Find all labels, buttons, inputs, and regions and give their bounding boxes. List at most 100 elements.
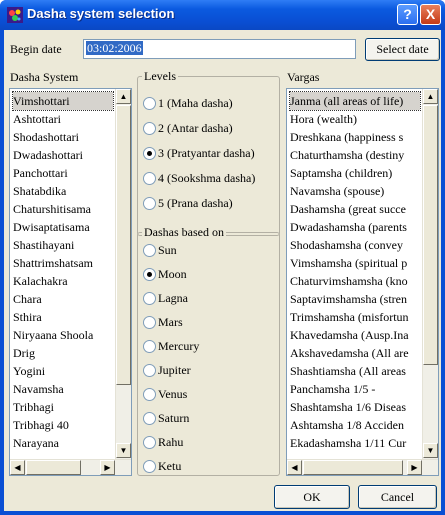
vargas-list[interactable]: ▲ ▼ ◀ ▶ Janma (all areas of life) Hora (w… (286, 88, 439, 476)
list-item[interactable]: Shashtamsha 1/6 Diseas (290, 398, 420, 416)
title-bar[interactable]: Dasha system selection ? X (0, 0, 445, 30)
list-item[interactable]: Ashtamsha 1/8 Acciden (290, 416, 420, 434)
list-item[interactable]: Navamsha (13, 380, 113, 398)
list-item[interactable]: Khavedamsha (Ausp.Ina (290, 326, 420, 344)
based-on-radio-5[interactable] (143, 340, 156, 353)
based-on-option-label[interactable]: Ketu (158, 459, 181, 474)
level-option-label[interactable]: 5 (Prana dasha) (158, 196, 233, 211)
based-on-option-label[interactable]: Moon (158, 267, 187, 282)
list-item[interactable]: Shattrimshatsam (13, 254, 113, 272)
based-on-radio-10[interactable] (143, 460, 156, 473)
based-on-radio-4[interactable] (143, 316, 156, 329)
list-item[interactable]: Shodashamsha (convey (290, 236, 420, 254)
level-option-label[interactable]: 1 (Maha dasha) (158, 96, 233, 111)
list-item[interactable]: Chaturthamsha (destiny (290, 146, 420, 164)
list-item[interactable]: Tribhagi 40 (13, 416, 113, 434)
scroll-up-icon[interactable]: ▲ (116, 89, 131, 104)
close-icon[interactable]: X (420, 4, 441, 25)
based-on-option-label[interactable]: Sun (158, 243, 177, 258)
scroll-up-icon[interactable]: ▲ (423, 89, 438, 104)
list-item[interactable]: Drig (13, 344, 113, 362)
based-on-option-label[interactable]: Mars (158, 315, 183, 330)
list-item[interactable]: Chaturvimshamsha (kno (290, 272, 420, 290)
cancel-button[interactable]: Cancel (358, 485, 437, 509)
based-on-radio-1[interactable] (143, 244, 156, 257)
scroll-right-icon[interactable]: ▶ (100, 460, 115, 475)
help-icon[interactable]: ? (397, 4, 418, 25)
list-item[interactable]: Dwisaptatisama (13, 218, 113, 236)
dasha-list-vscrollbar[interactable]: ▲ ▼ (115, 89, 131, 459)
levels-group-title: Levels (142, 69, 178, 84)
list-item[interactable]: Dwadashottari (13, 146, 113, 164)
based-on-option-label[interactable]: Saturn (158, 411, 189, 426)
level-radio-2[interactable] (143, 122, 156, 135)
based-on-option-label[interactable]: Lagna (158, 291, 188, 306)
list-item[interactable]: Saptavimshamsha (stren (290, 290, 420, 308)
based-on-radio-2[interactable] (143, 268, 156, 281)
list-item[interactable]: Chara (13, 290, 113, 308)
list-item[interactable]: Dreshkana (happiness s (290, 128, 420, 146)
scroll-right-icon[interactable]: ▶ (407, 460, 422, 475)
dasha-list-hscrollbar[interactable]: ◀ ▶ (10, 459, 131, 475)
list-item[interactable]: Chaturshitisama (13, 200, 113, 218)
list-item[interactable]: Niryaana Shoola (13, 326, 113, 344)
level-radio-1[interactable] (143, 97, 156, 110)
dasha-list-scroll-thumb[interactable] (116, 105, 131, 385)
vargas-label: Vargas (287, 70, 320, 84)
vargas-list-hscroll-thumb[interactable] (303, 460, 403, 475)
level-radio-3[interactable] (143, 147, 156, 160)
scroll-down-icon[interactable]: ▼ (116, 443, 131, 458)
level-radio-5[interactable] (143, 197, 156, 210)
dasha-list-hscroll-thumb[interactable] (26, 460, 81, 475)
list-item[interactable]: Shatabdika (13, 182, 113, 200)
list-item[interactable]: Dashamsha (great succe (290, 200, 420, 218)
list-item[interactable]: Akshavedamsha (All are (290, 344, 420, 362)
list-item[interactable]: Vimshamsha (spiritual p (290, 254, 420, 272)
list-item[interactable]: Kalachakra (13, 272, 113, 290)
list-item[interactable]: Sthira (13, 308, 113, 326)
based-on-radio-7[interactable] (143, 388, 156, 401)
list-item[interactable]: Saptamsha (children) (290, 164, 420, 182)
scroll-left-icon[interactable]: ◀ (287, 460, 302, 475)
window-title: Dasha system selection (27, 6, 175, 21)
list-item[interactable]: Dwadashamsha (parents (290, 218, 420, 236)
list-item[interactable]: Yogini (13, 362, 113, 380)
based-on-radio-9[interactable] (143, 436, 156, 449)
based-on-option-label[interactable]: Venus (158, 387, 187, 402)
list-item[interactable]: Panchamsha 1/5 - (290, 380, 420, 398)
vargas-list-scroll-thumb[interactable] (423, 105, 438, 365)
list-item[interactable]: Shashtiamsha (All areas (290, 362, 420, 380)
based-on-radio-8[interactable] (143, 412, 156, 425)
list-item[interactable]: Ashtottari (13, 110, 113, 128)
list-item[interactable]: Shastihayani (13, 236, 113, 254)
list-item[interactable]: Vimshottari (12, 91, 114, 111)
based-on-option-label[interactable]: Jupiter (158, 363, 191, 378)
select-date-button[interactable]: Select date (365, 38, 440, 61)
begin-date-label: Begin date (10, 42, 62, 56)
list-item[interactable]: Trimshamsha (misfortun (290, 308, 420, 326)
level-option-label[interactable]: 3 (Pratyantar dasha) (158, 146, 255, 161)
vargas-list-hscrollbar[interactable]: ◀ ▶ (287, 459, 438, 475)
list-item[interactable]: Tribhagi (13, 398, 113, 416)
scroll-left-icon[interactable]: ◀ (10, 460, 25, 475)
dasha-system-list[interactable]: ▲ ▼ ◀ ▶ Vimshottari Ashtottari Shodashotta… (9, 88, 132, 476)
scroll-down-icon[interactable]: ▼ (423, 443, 438, 458)
based-on-option-label[interactable]: Rahu (158, 435, 183, 450)
list-item[interactable]: Navamsha (spouse) (290, 182, 420, 200)
app-icon (7, 7, 23, 23)
begin-date-input[interactable]: 03:02:2006 (83, 39, 356, 59)
based-on-radio-3[interactable] (143, 292, 156, 305)
based-on-option-label[interactable]: Mercury (158, 339, 199, 354)
list-item[interactable]: Shodashottari (13, 128, 113, 146)
list-item[interactable]: Janma (all areas of life) (289, 91, 421, 111)
ok-button[interactable]: OK (274, 485, 350, 509)
level-radio-4[interactable] (143, 172, 156, 185)
based-on-radio-6[interactable] (143, 364, 156, 377)
level-option-label[interactable]: 2 (Antar dasha) (158, 121, 233, 136)
list-item[interactable]: Panchottari (13, 164, 113, 182)
list-item[interactable]: Hora (wealth) (290, 110, 420, 128)
list-item[interactable]: Narayana (13, 434, 113, 452)
vargas-list-vscrollbar[interactable]: ▲ ▼ (422, 89, 438, 459)
list-item[interactable]: Ekadashamsha 1/11 Cur (290, 434, 420, 452)
level-option-label[interactable]: 4 (Sookshma dasha) (158, 171, 255, 186)
